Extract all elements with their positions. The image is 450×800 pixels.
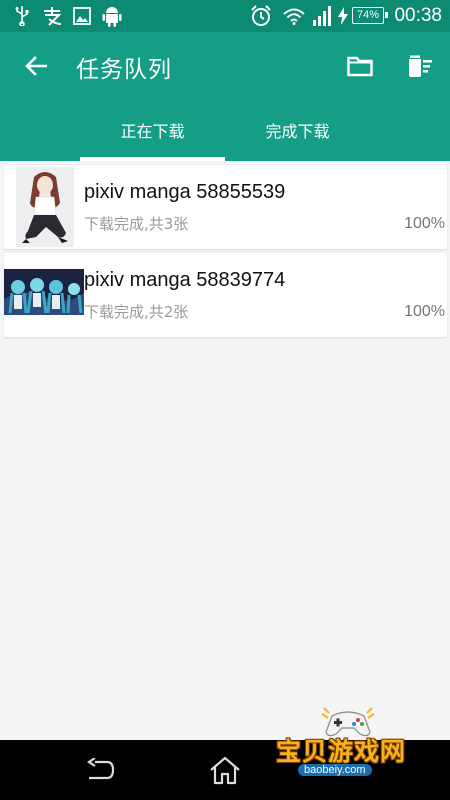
manga-thumbnail [16,167,74,247]
watermark-text: 宝贝游戏网 [276,737,407,766]
nav-home-button[interactable] [205,752,245,788]
nav-back-button[interactable] [80,752,120,788]
back-button[interactable] [16,46,56,86]
app-bar: 任务队列 正在下载 完成下载 [0,32,450,161]
folder-icon [347,56,373,77]
folder-button[interactable] [342,48,378,84]
home-icon [210,756,240,785]
usb-icon [12,5,32,27]
manga-thumbnail [4,269,84,315]
arrow-left-icon [25,56,47,76]
alarm-icon [249,5,273,27]
tab-bar: 正在下载 完成下载 [0,112,450,161]
list-item[interactable]: pixiv manga 58855539 下载完成,共3张 100% [4,165,447,249]
alipay-icon [40,5,64,27]
task-progress: 100% [404,303,445,320]
charging-icon [336,5,350,27]
status-bar: 74% 00:38 [0,0,450,32]
task-status: 下载完成,共3张 [84,215,189,233]
battery-indicator: 74% [352,7,388,24]
list-item[interactable]: pixiv manga 58839774 下载完成,共2张 100% [4,253,447,337]
image-icon [72,5,92,27]
signal-icon [311,5,333,27]
watermark-url: baobeiy.com [298,764,372,776]
nav-back-icon [87,758,115,780]
task-progress: 100% [404,215,445,232]
task-status: 下载完成,共2张 [84,303,189,321]
delete-button[interactable] [402,48,438,84]
watermark-logo: 宝贝游戏网 baobeiy.com [270,706,430,786]
task-title: pixiv manga 58839774 [84,269,286,291]
tab-completed[interactable]: 完成下载 [225,112,370,161]
status-time: 00:38 [394,5,442,26]
tab-downloading[interactable]: 正在下载 [80,112,225,161]
delete-list-icon [409,55,432,77]
android-icon [100,5,124,27]
page-title: 任务队列 [76,57,172,83]
task-title: pixiv manga 58855539 [84,181,286,203]
wifi-icon [282,5,306,27]
